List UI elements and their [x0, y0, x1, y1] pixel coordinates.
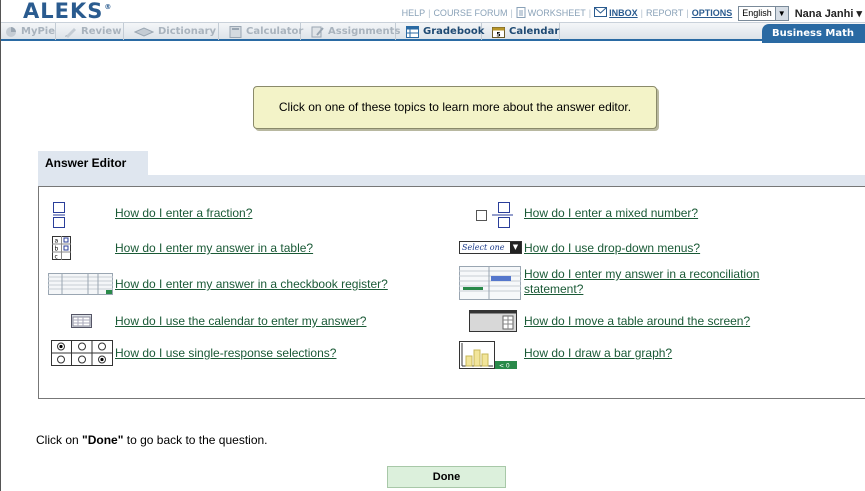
topic-fraction-link[interactable]: How do I enter a fraction?	[115, 206, 252, 220]
language-select[interactable]: English ▼	[738, 5, 789, 21]
dropdown-icon: Select one ▼	[459, 241, 522, 254]
topic-calendar-link[interactable]: How do I use the calendar to enter my an…	[115, 314, 366, 328]
topic-mixed-number-link[interactable]: How do I enter a mixed number?	[524, 206, 698, 220]
tab-dictionary[interactable]: Dictionary	[124, 23, 219, 40]
topic-reconciliation-link-line2[interactable]: statement?	[524, 282, 583, 297]
radio-buttons-icon	[51, 340, 113, 369]
topic-reconciliation[interactable]: How do I enter my answer in a reconcilia…	[524, 267, 759, 297]
top-header: ALEKS® HELP | COURSE FORUM | WORKSHEET |…	[1, 0, 865, 23]
answer-editor-title: Answer Editor	[38, 151, 148, 175]
done-instruction: Click on "Done" to go back to the questi…	[36, 433, 268, 447]
topic-bar-graph-link[interactable]: How do I draw a bar graph?	[524, 346, 672, 360]
help-link[interactable]: HELP	[402, 8, 426, 18]
reconciliation-icon	[459, 266, 521, 303]
checkbook-register-icon	[48, 273, 113, 298]
topic-mixed-number[interactable]: How do I enter a mixed number?	[524, 206, 698, 220]
tab-course-business-math[interactable]: Business Math	[762, 24, 865, 43]
envelope-icon	[594, 7, 608, 19]
table-icon: abc	[52, 236, 71, 263]
worksheet-link[interactable]: WORKSHEET	[528, 8, 586, 18]
gradebook-icon	[406, 25, 419, 38]
main-tab-bar: MyPie Review Dictionary Calculator Assig…	[1, 22, 865, 41]
assignment-icon	[311, 26, 324, 38]
worksheet-icon	[516, 6, 526, 20]
answer-editor-help-window: ALEKS® HELP | COURSE FORUM | WORKSHEET |…	[0, 0, 865, 491]
calculator-icon	[229, 25, 242, 38]
topic-single-response[interactable]: How do I use single-response selections?	[115, 346, 336, 360]
topic-dropdown-link[interactable]: How do I use drop-down menus?	[524, 241, 700, 255]
done-button[interactable]: Done	[387, 466, 506, 488]
topic-checkbook-register-link[interactable]: How do I enter my answer in a checkbook …	[115, 277, 388, 291]
svg-text:b: b	[55, 246, 59, 253]
topic-fraction[interactable]: How do I enter a fraction?	[115, 206, 252, 220]
report-link[interactable]: REPORT	[646, 8, 683, 18]
topic-calendar[interactable]: How do I use the calendar to enter my an…	[115, 314, 366, 328]
tab-calculator[interactable]: Calculator	[219, 23, 303, 40]
topic-table-link[interactable]: How do I enter my answer in a table?	[115, 241, 313, 255]
svg-text:< 0: < 0	[499, 363, 510, 370]
mixed-number-icon	[475, 202, 513, 231]
svg-text:5: 5	[496, 31, 500, 38]
tab-mypie[interactable]: MyPie	[1, 23, 56, 40]
tab-assignments[interactable]: Assignments	[301, 23, 400, 40]
topic-dropdown[interactable]: How do I use drop-down menus?	[524, 241, 700, 255]
chevron-down-icon: ▼	[510, 242, 521, 253]
topic-checkbook-register[interactable]: How do I enter my answer in a checkbook …	[115, 277, 388, 291]
topic-single-response-link[interactable]: How do I use single-response selections?	[115, 346, 336, 360]
topic-table[interactable]: How do I enter my answer in a table?	[115, 241, 313, 255]
topic-move-table-link[interactable]: How do I move a table around the screen?	[524, 314, 750, 328]
aleks-logo: ALEKS®	[23, 0, 112, 23]
inbox-link[interactable]: INBOX	[609, 8, 638, 18]
pie-icon	[5, 26, 17, 38]
move-table-icon	[469, 310, 517, 335]
chevron-down-icon: ▼	[774, 6, 788, 20]
pencil-icon	[64, 26, 77, 38]
user-name[interactable]: Nana Janhi ▾	[795, 7, 862, 20]
fraction-icon	[53, 202, 65, 231]
topic-move-table[interactable]: How do I move a table around the screen?	[524, 314, 750, 328]
book-icon	[133, 26, 155, 38]
answer-editor-header-band	[38, 175, 865, 186]
svg-text:c: c	[55, 254, 58, 261]
tab-gradebook[interactable]: Gradebook	[396, 23, 484, 40]
topic-bar-graph[interactable]: How do I draw a bar graph?	[524, 346, 672, 360]
help-tooltip: Click on one of these topics to learn mo…	[253, 86, 657, 129]
tab-review[interactable]: Review	[56, 23, 124, 40]
course-forum-link[interactable]: COURSE FORUM	[433, 8, 507, 18]
bar-graph-icon: < 0	[459, 341, 519, 372]
dropdown-sample-value: Select one	[462, 243, 505, 252]
options-link[interactable]: OPTIONS	[692, 8, 733, 18]
topic-reconciliation-link-line1[interactable]: How do I enter my answer in a reconcilia…	[524, 267, 759, 282]
svg-text:a: a	[55, 238, 59, 245]
tab-calendar[interactable]: 5 Calendar	[482, 23, 560, 40]
calendar-grid-icon	[71, 314, 92, 331]
calendar-icon: 5	[492, 26, 505, 38]
top-links: HELP | COURSE FORUM | WORKSHEET | INBOX …	[401, 5, 862, 21]
